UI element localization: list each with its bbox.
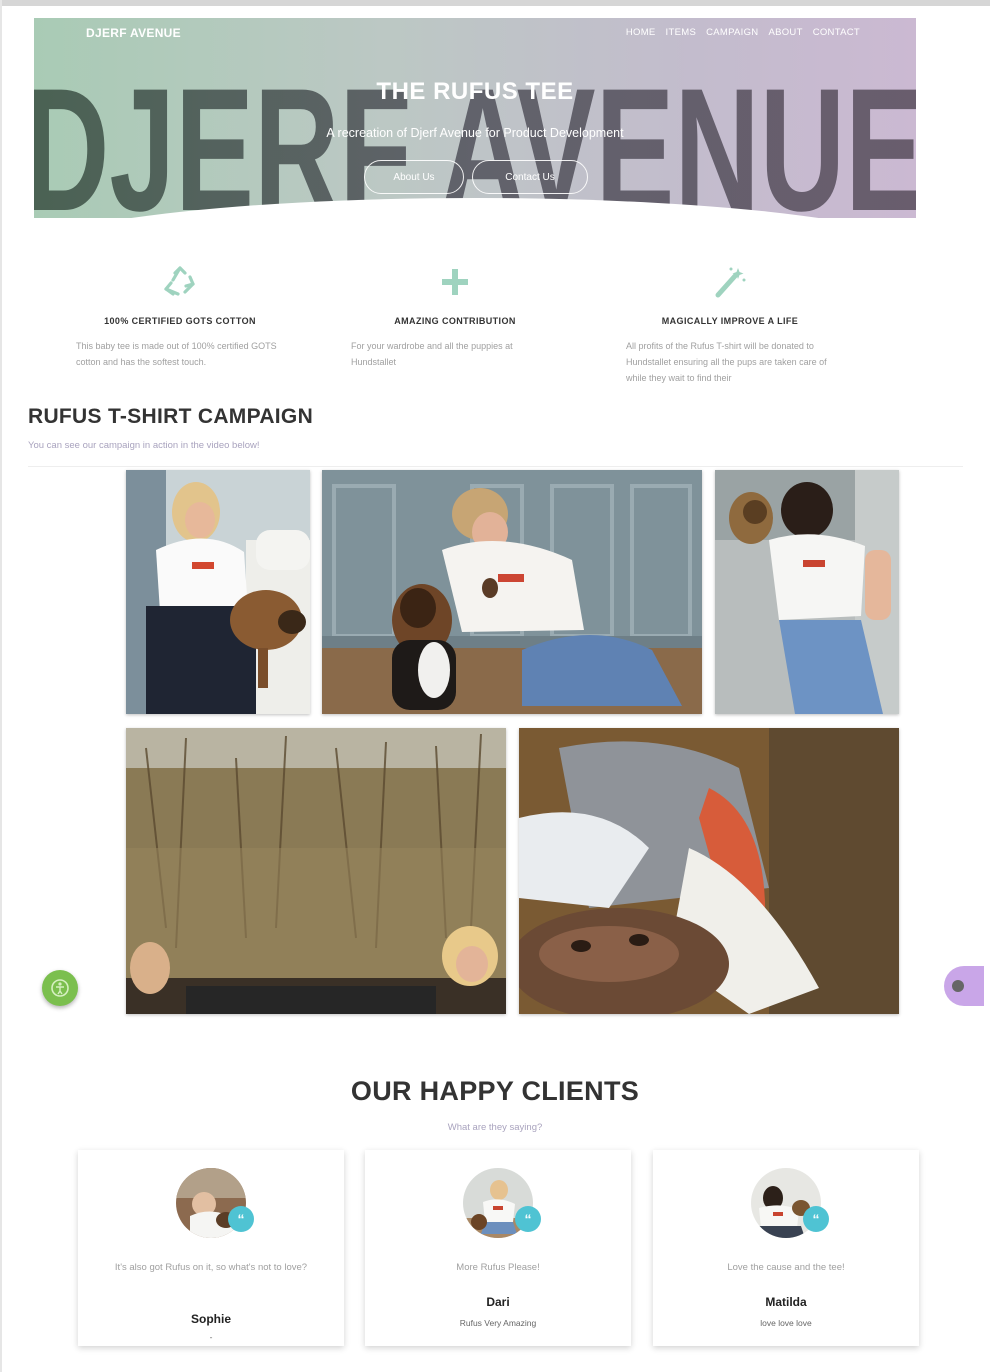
browser-left-border	[0, 0, 2, 1372]
campaign-photo-4[interactable]	[126, 728, 506, 1014]
testimonial-role: love love love	[760, 1318, 812, 1328]
magic-wand-icon	[610, 262, 850, 302]
feature-description: All profits of the Rufus T-shirt will be…	[626, 341, 827, 383]
nav-home[interactable]: HOME	[626, 27, 656, 38]
testimonial-card-matilda: “ Love the cause and the tee! Matilda lo…	[653, 1150, 919, 1346]
feature-cotton: 100% CERTIFIED GOTS COTTON This baby tee…	[60, 262, 300, 370]
contact-us-button[interactable]: Contact Us	[472, 160, 588, 194]
hero-buttons: About Us Contact Us	[364, 160, 588, 194]
features-section: 100% CERTIFIED GOTS COTTON This baby tee…	[60, 262, 890, 392]
testimonial-role: Rufus Very Amazing	[459, 1318, 537, 1328]
brand-logo[interactable]: DJERF AVENUE	[86, 26, 181, 40]
feature-description: This baby tee is made out of 100% certif…	[76, 341, 277, 367]
clients-title: OUR HAPPY CLIENTS	[350, 1076, 640, 1106]
campaign-subtitle: You can see our campaign in action in th…	[28, 440, 260, 451]
nav-items[interactable]: ITEMS	[666, 27, 697, 38]
clients-subtitle: What are they saying?	[447, 1122, 543, 1133]
nav-campaign[interactable]: CAMPAIGN	[706, 27, 758, 38]
testimonial-card-dari: “ More Rufus Please! Dari Rufus Very Ama…	[365, 1150, 631, 1346]
accessibility-icon	[51, 979, 69, 997]
testimonial-name: Sophie	[190, 1312, 231, 1326]
feature-description: For your wardrobe and all the puppies at…	[351, 341, 513, 367]
nav-menu: HOME ITEMS CAMPAIGN ABOUT CONTACT	[626, 27, 860, 38]
feature-title: 100% CERTIFIED GOTS COTTON	[104, 316, 256, 326]
accessibility-button[interactable]	[42, 970, 78, 1006]
nav-about[interactable]: ABOUT	[768, 27, 802, 38]
testimonial-text: It's also got Rufus on it, so what's not…	[114, 1262, 308, 1273]
feature-contribution: AMAZING CONTRIBUTION For your wardrobe a…	[335, 262, 575, 370]
hero-title: THE RUFUS TEE	[376, 78, 574, 105]
testimonial-name: Matilda	[765, 1295, 807, 1309]
hero-subtitle: A recreation of Djerf Avenue for Product…	[326, 126, 624, 140]
campaign-divider	[28, 466, 963, 467]
feature-title: AMAZING CONTRIBUTION	[394, 316, 516, 326]
nav-contact[interactable]: CONTACT	[813, 27, 860, 38]
feature-improve-life: MAGICALLY IMPROVE A LIFE All profits of …	[610, 262, 850, 386]
testimonial-text: More Rufus Please!	[456, 1262, 540, 1273]
hero-banner: DJERF AVENUE DJERF AVENUE HOME ITEMS CAM…	[34, 18, 916, 218]
quote-icon: “	[515, 1206, 541, 1232]
quote-icon: “	[228, 1206, 254, 1232]
quote-icon: “	[803, 1206, 829, 1232]
campaign-photo-3[interactable]	[715, 470, 899, 714]
chat-widget-button[interactable]	[944, 966, 984, 1006]
campaign-photo-5[interactable]	[519, 728, 899, 1014]
feature-title: MAGICALLY IMPROVE A LIFE	[661, 316, 799, 326]
testimonial-text: Love the cause and the tee!	[727, 1262, 845, 1273]
recycle-icon	[60, 262, 300, 302]
top-navbar: DJERF AVENUE HOME ITEMS CAMPAIGN ABOUT C…	[34, 18, 916, 48]
testimonial-card-sophie: “ It's also got Rufus on it, so what's n…	[78, 1150, 344, 1346]
browser-top-border	[0, 0, 990, 6]
plus-icon	[335, 262, 575, 302]
testimonial-name: Dari	[486, 1295, 510, 1309]
campaign-photo-1[interactable]	[126, 470, 310, 714]
testimonial-role: -	[209, 1332, 213, 1342]
about-us-button[interactable]: About Us	[364, 160, 464, 194]
campaign-photo-2[interactable]	[322, 470, 702, 714]
campaign-title: RUFUS T-SHIRT CAMPAIGN	[28, 405, 314, 428]
